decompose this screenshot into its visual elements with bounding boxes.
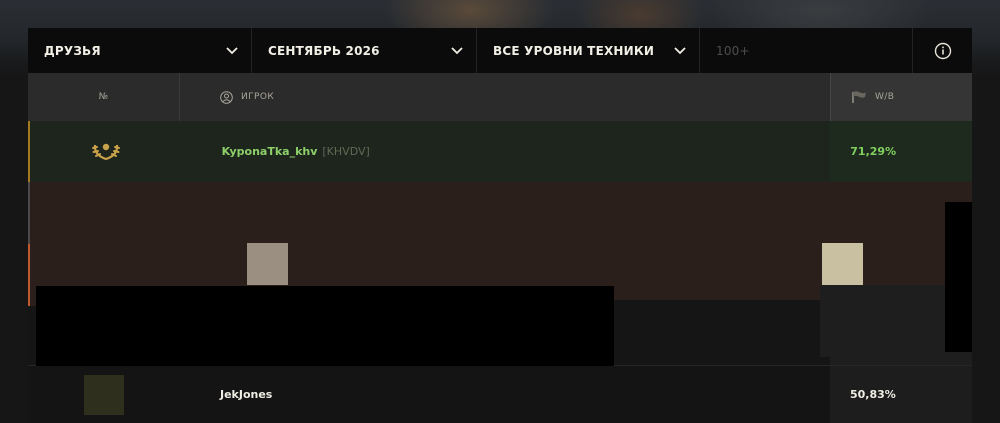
table-row[interactable]: KyponaTka_khv [KHVDV] 71,29% [28, 121, 972, 182]
tier-filter-label: ВСЕ УРОВНИ ТЕХНИКИ [493, 43, 655, 58]
player-cell[interactable]: JekJones [180, 366, 830, 423]
winrate-cell: 50,83% [830, 366, 972, 423]
player-column-label: ИГРОК [241, 92, 275, 102]
player-name[interactable]: JekJones [220, 388, 272, 401]
gold-laurel-icon [91, 143, 120, 160]
winrate-cell: 71,29% [830, 121, 972, 182]
flag-icon [852, 91, 866, 103]
redaction-block [30, 185, 820, 241]
table-row[interactable]: JekJones 50,83% [28, 365, 972, 423]
redaction-block [36, 286, 614, 366]
rank-column-header[interactable]: № [28, 73, 180, 121]
period-filter-dropdown[interactable]: СЕНТЯБРЬ 2026 [252, 28, 477, 73]
redacted-avatar [247, 243, 288, 285]
min-battles-filter[interactable]: 100+ [700, 28, 912, 73]
chevron-down-icon [451, 47, 463, 55]
group-filter-label: ДРУЗЬЯ [44, 43, 101, 58]
player-name[interactable]: KyponaTka_khv [222, 145, 318, 158]
clan-tag[interactable]: [KHVDV] [322, 145, 369, 158]
redaction-block [614, 300, 820, 365]
min-battles-label: 100+ [716, 43, 750, 58]
table-header: № ИГРОК W/B [28, 73, 972, 121]
tier-filter-dropdown[interactable]: ВСЕ УРОВНИ ТЕХНИКИ [477, 28, 700, 73]
player-cell[interactable]: KyponaTka_khv [KHVDV] [182, 121, 831, 182]
rank-cell [30, 121, 182, 182]
winrate-column-header[interactable]: W/B [830, 73, 972, 121]
redaction-block [945, 202, 972, 352]
chevron-down-icon [226, 47, 238, 55]
group-filter-dropdown[interactable]: ДРУЗЬЯ [28, 28, 252, 73]
winrate-column-label: W/B [875, 92, 895, 102]
redaction-block [820, 285, 945, 357]
chevron-down-icon [674, 47, 686, 55]
info-button[interactable] [912, 28, 972, 73]
player-column-header[interactable]: ИГРОК [180, 73, 830, 121]
rank-column-label: № [98, 92, 109, 102]
redacted-avatar [822, 243, 863, 285]
user-circle-icon [220, 90, 233, 104]
info-icon [934, 42, 951, 59]
rank-badge-placeholder [84, 374, 124, 415]
period-filter-label: СЕНТЯБРЬ 2026 [268, 43, 380, 58]
filter-bar: ДРУЗЬЯ СЕНТЯБРЬ 2026 ВСЕ УРОВНИ ТЕХНИКИ … [28, 28, 972, 73]
rank-cell [28, 366, 180, 423]
